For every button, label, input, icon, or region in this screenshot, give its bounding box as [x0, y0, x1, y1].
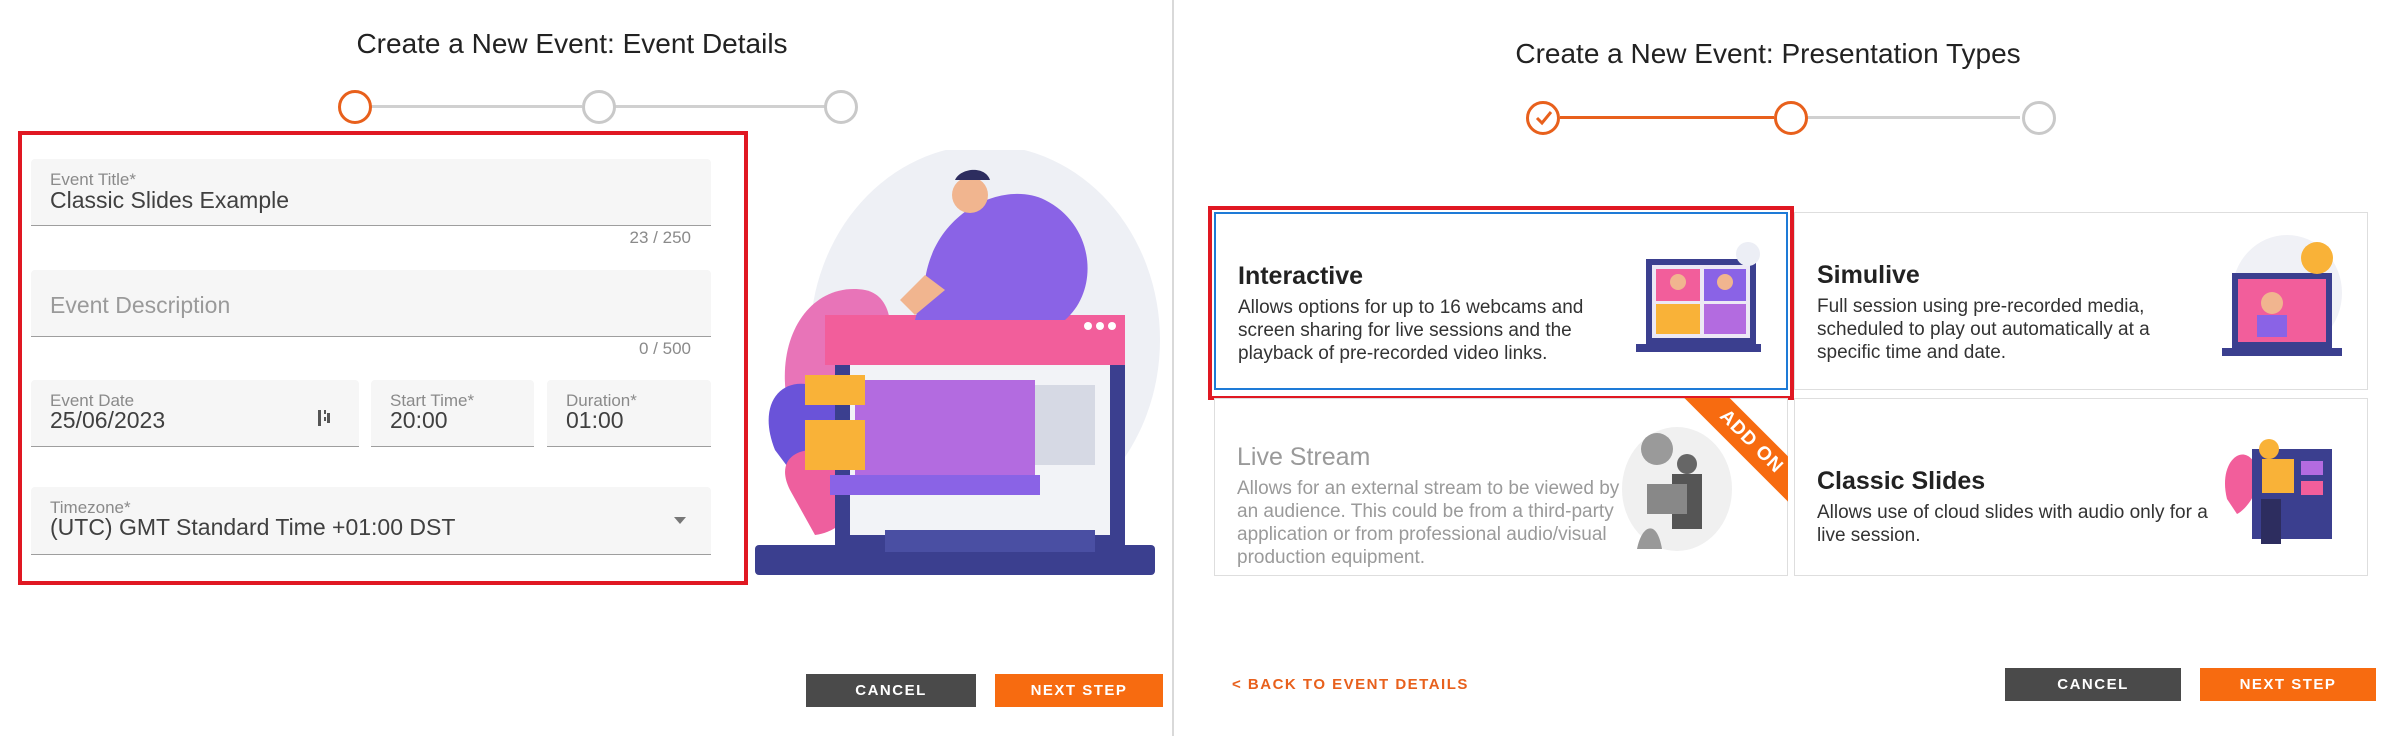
card-description: Allows use of cloud slides with audio on…: [1817, 502, 2208, 546]
person-laptop-illustration: [755, 150, 1160, 575]
step-1-complete: [1526, 101, 1560, 135]
event-description-placeholder: Event Description: [50, 292, 231, 318]
timezone-select[interactable]: Timezone* (UTC) GMT Standard Time +01:00…: [31, 487, 711, 555]
stepper-line: [370, 105, 582, 108]
duration-value: 01:00: [566, 407, 624, 433]
card-title: Classic Slides: [1817, 467, 1986, 495]
stepper-line: [614, 105, 826, 108]
stepper-line: [1806, 116, 2020, 119]
start-time-field[interactable]: Start Time* 20:00: [371, 380, 534, 447]
event-description-field[interactable]: Event Description: [31, 270, 711, 337]
card-simulive[interactable]: Simulive Full session using pre-recorded…: [1794, 212, 2368, 390]
card-title: Simulive: [1817, 261, 1920, 289]
card-description: Full session using pre-recorded media, s…: [1817, 296, 2150, 363]
step-1-current: [338, 90, 372, 124]
page-title: Create a New Event: Event Details: [356, 28, 788, 59]
classic-slides-illustration: [2224, 439, 2332, 544]
dropdown-arrow-icon: [674, 517, 686, 524]
card-description: Allows options for up to 16 webcams and …: [1238, 297, 1584, 364]
card-title: Live Stream: [1237, 443, 1371, 471]
start-time-value: 20:00: [390, 407, 448, 433]
event-details-dialog: Create a New Event: Event Details Event …: [0, 0, 1172, 736]
title-char-counter: 23 / 250: [629, 228, 691, 247]
card-interactive[interactable]: Interactive Allows options for up to 16 …: [1214, 212, 1788, 390]
cancel-button[interactable]: CANCEL: [2005, 668, 2181, 701]
next-step-button[interactable]: NEXT STEP: [2200, 668, 2376, 701]
cancel-button[interactable]: CANCEL: [806, 674, 976, 707]
event-title-field[interactable]: Event Title* Classic Slides Example: [31, 159, 711, 226]
add-on-badge: ADD ON: [1679, 398, 1788, 513]
add-on-ribbon: ADD ON: [1673, 398, 1788, 513]
step-3: [824, 90, 858, 124]
stepper-line-complete: [1560, 116, 1774, 119]
step-2-current: [1774, 101, 1808, 135]
duration-field[interactable]: Duration* 01:00: [547, 380, 711, 447]
timezone-value: (UTC) GMT Standard Time +01:00 DST: [50, 514, 456, 540]
check-icon: [1535, 111, 1553, 126]
step-2: [582, 90, 616, 124]
card-classic-slides[interactable]: Classic Slides Allows use of cloud slide…: [1794, 398, 2368, 576]
card-title: Interactive: [1238, 262, 1364, 290]
simulive-illustration: [2222, 235, 2342, 356]
description-char-counter: 0 / 500: [639, 339, 691, 358]
calendar-icon[interactable]: [317, 408, 331, 428]
event-date-value: 25/06/2023: [50, 407, 166, 433]
event-title-value: Classic Slides Example: [50, 187, 290, 213]
card-live-stream[interactable]: Live Stream Allows for an external strea…: [1214, 398, 1788, 576]
card-description: Allows for an external stream to be view…: [1237, 478, 1620, 568]
step-3: [2022, 101, 2056, 135]
webcams-illustration: [1636, 242, 1761, 352]
event-date-field[interactable]: Event Date 25/06/2023: [31, 380, 359, 447]
presentation-types-dialog: Create a New Event: Presentation Types I…: [1174, 0, 2396, 736]
page-title: Create a New Event: Presentation Types: [1515, 38, 2021, 69]
back-to-event-details-link[interactable]: < BACK TO EVENT DETAILS: [1232, 676, 1469, 693]
next-step-button[interactable]: NEXT STEP: [995, 674, 1163, 707]
